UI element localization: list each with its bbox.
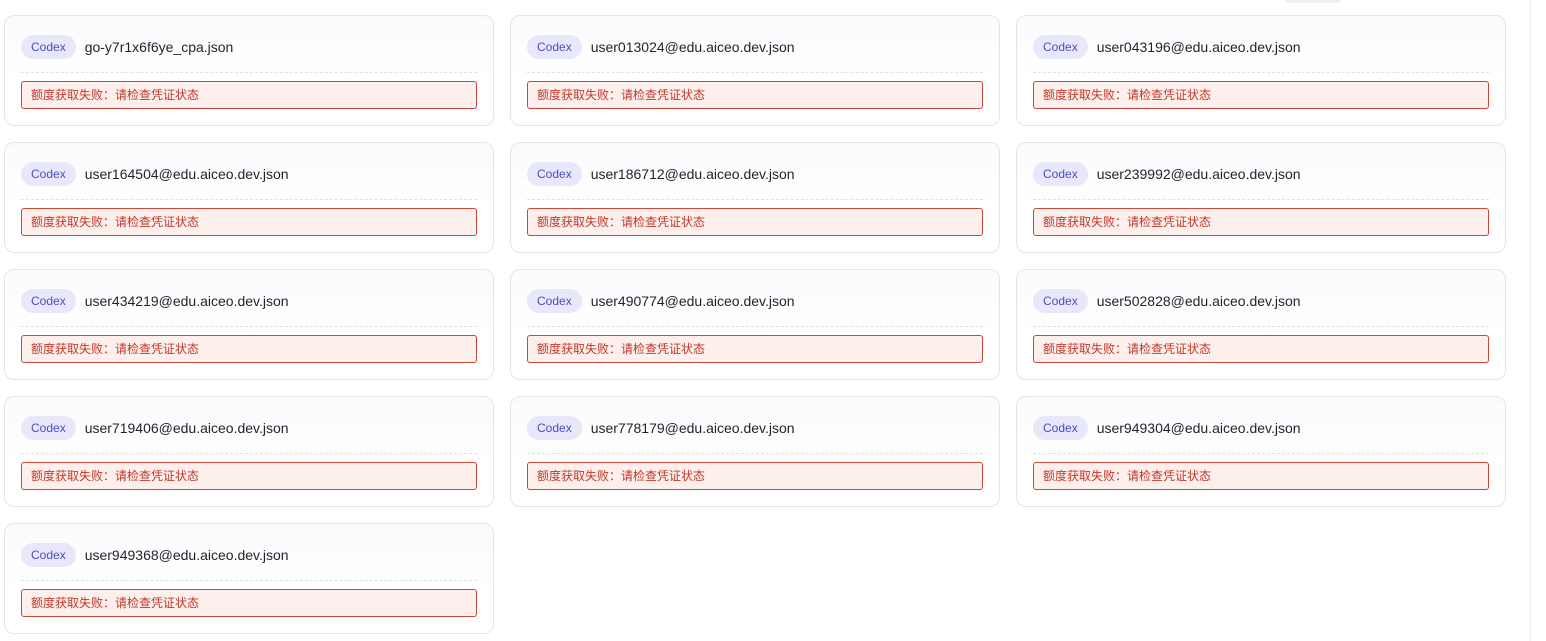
card-divider <box>1033 72 1489 73</box>
card-header: Codex user490774@edu.aiceo.dev.json <box>527 288 983 314</box>
card-divider <box>21 326 477 327</box>
credential-card[interactable]: Codex user164504@edu.aiceo.dev.json 额度获取… <box>4 142 494 253</box>
card-header: Codex user949304@edu.aiceo.dev.json <box>1033 415 1489 441</box>
provider-badge: Codex <box>21 289 76 313</box>
card-divider <box>21 199 477 200</box>
card-divider <box>21 453 477 454</box>
provider-badge: Codex <box>527 289 582 313</box>
credential-card[interactable]: Codex user013024@edu.aiceo.dev.json 额度获取… <box>510 15 1000 126</box>
credential-card[interactable]: Codex go-y7r1x6f6ye_cpa.json 额度获取失败：请检查凭… <box>4 15 494 126</box>
quota-error-message: 额度获取失败：请检查凭证状态 <box>527 335 983 363</box>
card-divider <box>21 72 477 73</box>
provider-badge: Codex <box>527 35 582 59</box>
provider-badge: Codex <box>21 416 76 440</box>
page: Codex go-y7r1x6f6ye_cpa.json 额度获取失败：请检查凭… <box>0 0 1546 641</box>
provider-badge: Codex <box>1033 416 1088 440</box>
credential-card[interactable]: Codex user949304@edu.aiceo.dev.json 额度获取… <box>1016 396 1506 507</box>
card-divider <box>527 326 983 327</box>
credential-card[interactable]: Codex user949368@edu.aiceo.dev.json 额度获取… <box>4 523 494 634</box>
quota-error-message: 额度获取失败：请检查凭证状态 <box>21 81 477 109</box>
credential-card[interactable]: Codex user490774@edu.aiceo.dev.json 额度获取… <box>510 269 1000 380</box>
provider-badge: Codex <box>1033 162 1088 186</box>
card-divider <box>1033 453 1489 454</box>
credential-filename: user778179@edu.aiceo.dev.json <box>590 420 795 436</box>
credential-filename: user013024@edu.aiceo.dev.json <box>590 39 795 55</box>
provider-badge: Codex <box>1033 289 1088 313</box>
credential-filename: user239992@edu.aiceo.dev.json <box>1096 166 1301 182</box>
quota-error-message: 额度获取失败：请检查凭证状态 <box>1033 81 1489 109</box>
card-header: Codex user719406@edu.aiceo.dev.json <box>21 415 477 441</box>
quota-error-message: 额度获取失败：请检查凭证状态 <box>527 208 983 236</box>
credential-card[interactable]: Codex user239992@edu.aiceo.dev.json 额度获取… <box>1016 142 1506 253</box>
credential-filename: user949368@edu.aiceo.dev.json <box>84 547 289 563</box>
provider-badge: Codex <box>21 543 76 567</box>
credential-filename: user043196@edu.aiceo.dev.json <box>1096 39 1301 55</box>
card-header: Codex user164504@edu.aiceo.dev.json <box>21 161 477 187</box>
card-divider <box>1033 199 1489 200</box>
card-header: Codex go-y7r1x6f6ye_cpa.json <box>21 34 477 60</box>
provider-badge: Codex <box>1033 35 1088 59</box>
provider-badge: Codex <box>21 162 76 186</box>
quota-error-message: 额度获取失败：请检查凭证状态 <box>1033 208 1489 236</box>
credential-card[interactable]: Codex user043196@edu.aiceo.dev.json 额度获取… <box>1016 15 1506 126</box>
credential-filename: user719406@edu.aiceo.dev.json <box>84 420 289 436</box>
card-header: Codex user239992@edu.aiceo.dev.json <box>1033 161 1489 187</box>
provider-badge: Codex <box>21 35 76 59</box>
card-header: Codex user186712@edu.aiceo.dev.json <box>527 161 983 187</box>
card-divider <box>21 580 477 581</box>
card-divider <box>527 199 983 200</box>
card-header: Codex user043196@edu.aiceo.dev.json <box>1033 34 1489 60</box>
card-header: Codex user502828@edu.aiceo.dev.json <box>1033 288 1489 314</box>
quota-error-message: 额度获取失败：请检查凭证状态 <box>21 589 477 617</box>
credential-filename: user164504@edu.aiceo.dev.json <box>84 166 289 182</box>
quota-error-message: 额度获取失败：请检查凭证状态 <box>527 462 983 490</box>
provider-badge: Codex <box>527 162 582 186</box>
credential-filename: user949304@edu.aiceo.dev.json <box>1096 420 1301 436</box>
credential-card[interactable]: Codex user778179@edu.aiceo.dev.json 额度获取… <box>510 396 1000 507</box>
quota-error-message: 额度获取失败：请检查凭证状态 <box>1033 335 1489 363</box>
card-header: Codex user778179@edu.aiceo.dev.json <box>527 415 983 441</box>
credential-card[interactable]: Codex user186712@edu.aiceo.dev.json 额度获取… <box>510 142 1000 253</box>
scrollbar[interactable] <box>1530 0 1546 641</box>
quota-error-message: 额度获取失败：请检查凭证状态 <box>1033 462 1489 490</box>
credential-card-grid: Codex go-y7r1x6f6ye_cpa.json 额度获取失败：请检查凭… <box>4 15 1506 634</box>
card-header: Codex user949368@edu.aiceo.dev.json <box>21 542 477 568</box>
card-divider <box>527 453 983 454</box>
card-divider <box>1033 326 1489 327</box>
credential-card[interactable]: Codex user434219@edu.aiceo.dev.json 额度获取… <box>4 269 494 380</box>
quota-error-message: 额度获取失败：请检查凭证状态 <box>21 462 477 490</box>
quota-error-message: 额度获取失败：请检查凭证状态 <box>21 208 477 236</box>
credential-filename: user186712@edu.aiceo.dev.json <box>590 166 795 182</box>
quota-error-message: 额度获取失败：请检查凭证状态 <box>527 81 983 109</box>
provider-badge: Codex <box>527 416 582 440</box>
credential-card[interactable]: Codex user502828@edu.aiceo.dev.json 额度获取… <box>1016 269 1506 380</box>
credential-filename: user434219@edu.aiceo.dev.json <box>84 293 289 309</box>
credential-card[interactable]: Codex user719406@edu.aiceo.dev.json 额度获取… <box>4 396 494 507</box>
credential-filename: go-y7r1x6f6ye_cpa.json <box>84 39 234 55</box>
card-divider <box>527 72 983 73</box>
quota-error-message: 额度获取失败：请检查凭证状态 <box>21 335 477 363</box>
card-header: Codex user434219@edu.aiceo.dev.json <box>21 288 477 314</box>
top-edge-shadow <box>1285 0 1341 3</box>
credential-filename: user490774@edu.aiceo.dev.json <box>590 293 795 309</box>
card-header: Codex user013024@edu.aiceo.dev.json <box>527 34 983 60</box>
credential-filename: user502828@edu.aiceo.dev.json <box>1096 293 1301 309</box>
